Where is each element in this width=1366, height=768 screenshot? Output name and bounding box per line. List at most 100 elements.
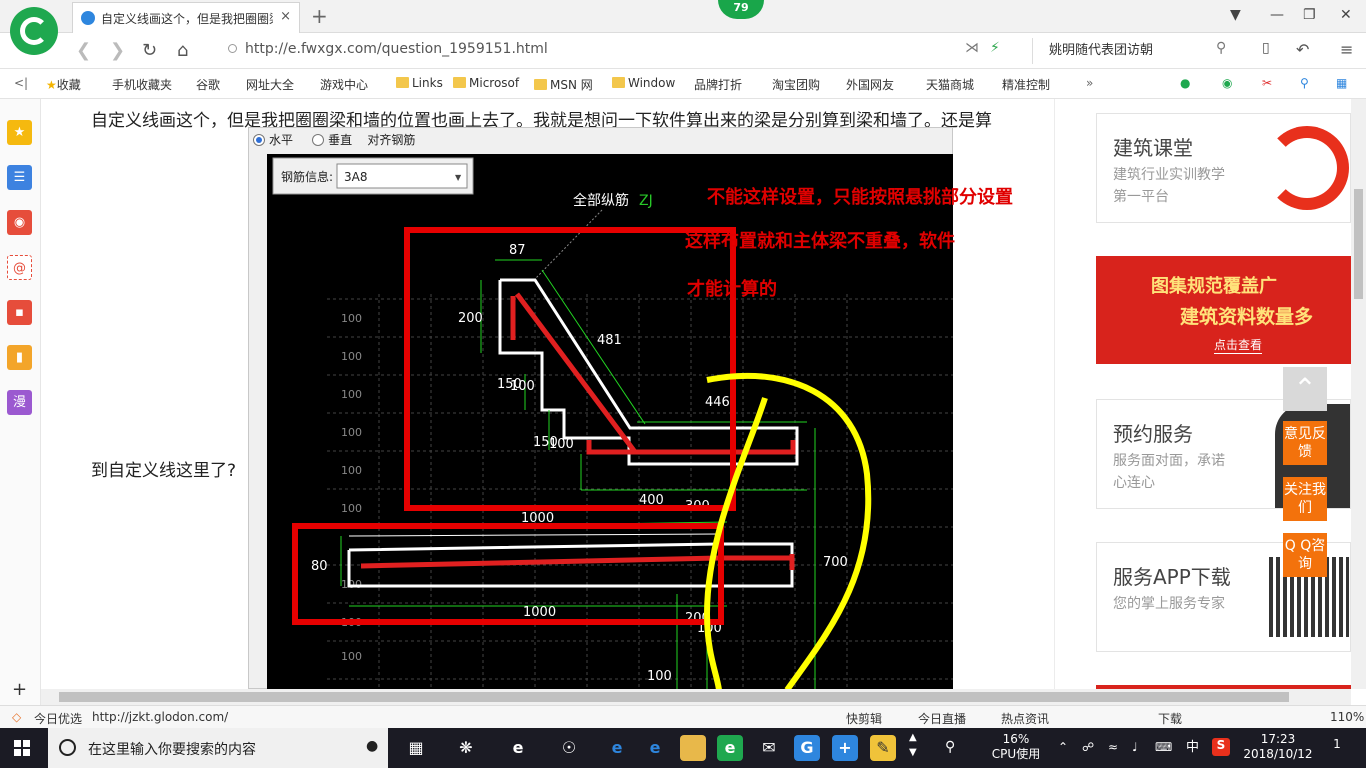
- people-icon[interactable]: ⚲: [945, 740, 955, 755]
- taskbar-scroll-icon[interactable]: ▲ ▼: [909, 730, 917, 760]
- bookmark-tmall[interactable]: 天猫商城: [926, 76, 974, 93]
- feedback-button[interactable]: 意见反馈: [1283, 421, 1327, 465]
- bookmark-foreign[interactable]: 外国网友: [846, 76, 894, 93]
- bookmark-links[interactable]: Links: [396, 76, 443, 90]
- file-explorer-icon[interactable]: [680, 735, 706, 761]
- bookmark-windows[interactable]: Window: [612, 76, 675, 90]
- bookmark-taobao[interactable]: 淘宝团购: [772, 76, 820, 93]
- svg-text:100: 100: [341, 312, 362, 325]
- browser-e-icon[interactable]: e: [505, 735, 531, 761]
- feedback-label: 意见反馈: [1284, 426, 1326, 460]
- plus-app-icon[interactable]: +: [832, 735, 858, 761]
- clock[interactable]: 17:23 2018/10/12: [1240, 732, 1316, 762]
- microphone-icon[interactable]: ●: [366, 738, 378, 754]
- search-input[interactable]: 姚明随代表团访朝: [1032, 38, 1242, 64]
- radio-horizontal[interactable]: [253, 134, 265, 146]
- status-download[interactable]: 下载: [1158, 710, 1182, 727]
- phone-icon[interactable]: ▯: [1262, 40, 1270, 56]
- bookmark-google[interactable]: 谷歌: [196, 76, 220, 93]
- bookmark-favorites[interactable]: ★收藏: [46, 76, 81, 93]
- home-icon[interactable]: ⌂: [177, 40, 188, 61]
- status-news[interactable]: 热点资讯: [1001, 710, 1049, 727]
- ime-indicator[interactable]: 中: [1186, 740, 1199, 755]
- swirl-app-icon[interactable]: ☉: [556, 735, 582, 761]
- horizontal-scrollbar[interactable]: [41, 689, 1351, 705]
- scissors-icon[interactable]: ✂: [1262, 76, 1272, 90]
- status-zoom[interactable]: 110%: [1330, 710, 1364, 724]
- lightning-icon[interactable]: ⚡: [990, 40, 1000, 56]
- star-icon[interactable]: ★: [7, 120, 32, 145]
- back-icon[interactable]: ❮: [76, 40, 91, 61]
- find-icon[interactable]: ⚲: [1300, 76, 1309, 90]
- bookmark-control[interactable]: 精准控制: [1002, 76, 1050, 93]
- task-view-icon[interactable]: ▦: [403, 735, 429, 761]
- share-icon[interactable]: ⋊: [965, 40, 979, 56]
- notification-center-icon[interactable]: 1: [1326, 737, 1348, 752]
- forward-icon[interactable]: ❯: [110, 40, 125, 61]
- more-bookmarks-icon[interactable]: »: [1086, 76, 1093, 90]
- follow-us-button[interactable]: 关注我们: [1283, 477, 1327, 521]
- notes-app-icon[interactable]: ✎: [870, 735, 896, 761]
- rebar-info-value: 3A8: [344, 170, 367, 184]
- taskbar-search-input[interactable]: 在这里输入你要搜索的内容 ●: [48, 728, 388, 768]
- ie-icon[interactable]: e: [642, 735, 668, 761]
- notification-badge[interactable]: 79: [718, 0, 764, 19]
- translate-icon[interactable]: ◉: [1222, 76, 1232, 90]
- banner-link[interactable]: 点击查看: [1214, 336, 1263, 354]
- horizontal-scroll-thumb[interactable]: [59, 692, 1289, 702]
- card-building-class[interactable]: 建筑课堂 建筑行业实训教学第一平台: [1096, 113, 1351, 223]
- weibo-icon[interactable]: ◉: [7, 210, 32, 235]
- keyboard-icon[interactable]: ⌨: [1155, 740, 1172, 755]
- manga-icon[interactable]: 漫: [7, 390, 32, 415]
- bookmark-brand[interactable]: 品牌打折: [694, 76, 742, 93]
- status-today-pick[interactable]: 今日优选: [34, 710, 82, 727]
- wifi-icon[interactable]: ≈: [1108, 740, 1118, 755]
- browser-logo-icon[interactable]: [10, 7, 58, 55]
- close-tab-icon[interactable]: ×: [280, 9, 291, 24]
- vertical-scroll-thumb[interactable]: [1354, 189, 1363, 299]
- shield-icon[interactable]: ●: [1180, 76, 1190, 90]
- bookmark-microsoft[interactable]: Microsof: [453, 76, 519, 90]
- news-icon[interactable]: ☰: [7, 165, 32, 190]
- network-device-icon[interactable]: ☍: [1082, 740, 1094, 755]
- vertical-scrollbar[interactable]: [1351, 99, 1366, 689]
- browser-tab[interactable]: 自定义线画这个，但是我把圈圈梁 ×: [72, 2, 300, 33]
- qq-consult-button[interactable]: Q Q咨询: [1283, 533, 1327, 577]
- promo-banner[interactable]: 图集规范覆盖广 建筑资料数量多 点击查看: [1096, 256, 1351, 364]
- menu-icon[interactable]: ≡: [1340, 40, 1353, 59]
- status-quick-clip[interactable]: 快剪辑: [846, 710, 882, 727]
- skin-icon[interactable]: ▼: [1230, 7, 1241, 23]
- bookmark-mobile[interactable]: 手机收藏夹: [112, 76, 172, 93]
- sidebar-toggle-icon[interactable]: <|: [14, 76, 28, 90]
- radio-horizontal-label: 水平: [269, 133, 294, 147]
- status-live[interactable]: 今日直播: [918, 710, 966, 727]
- back-to-top-icon[interactable]: ⌃: [1283, 367, 1327, 411]
- 360-browser-icon[interactable]: e: [717, 735, 743, 761]
- mail-icon[interactable]: @: [7, 255, 32, 280]
- bookmark-msn[interactable]: MSN 网: [534, 76, 593, 93]
- search-icon[interactable]: ⚲: [1216, 40, 1226, 56]
- new-tab-button[interactable]: +: [311, 4, 328, 28]
- bookmark-hao123[interactable]: 网址大全: [246, 76, 294, 93]
- undo-icon[interactable]: ↶: [1296, 40, 1309, 59]
- tools-icon[interactable]: ▦: [1336, 76, 1347, 90]
- maximize-icon[interactable]: ❐: [1303, 7, 1316, 23]
- url-field[interactable]: http://e.fwxgx.com/question_1959151.html: [228, 41, 548, 57]
- minimize-icon[interactable]: —: [1270, 7, 1284, 23]
- book-icon[interactable]: ▮: [7, 345, 32, 370]
- volume-icon[interactable]: ♩: [1132, 740, 1138, 755]
- tray-expand-icon[interactable]: ⌃: [1058, 740, 1068, 755]
- add-sidebar-button[interactable]: +: [12, 679, 27, 700]
- glodon-app-icon[interactable]: G: [794, 735, 820, 761]
- mail-icon[interactable]: ✉: [756, 735, 782, 761]
- bookmark-games[interactable]: 游戏中心: [320, 76, 368, 93]
- close-window-icon[interactable]: ✕: [1340, 7, 1352, 23]
- refresh-icon[interactable]: ↻: [142, 40, 157, 61]
- windows-start-icon[interactable]: [14, 740, 30, 756]
- game-icon[interactable]: ▪: [7, 300, 32, 325]
- edge-icon[interactable]: e: [604, 735, 630, 761]
- cpu-usage[interactable]: 16% CPU使用: [990, 732, 1042, 762]
- radio-vertical[interactable]: [312, 134, 325, 146]
- fan-app-icon[interactable]: ❋: [453, 735, 479, 761]
- sogou-ime-icon[interactable]: S: [1212, 738, 1230, 756]
